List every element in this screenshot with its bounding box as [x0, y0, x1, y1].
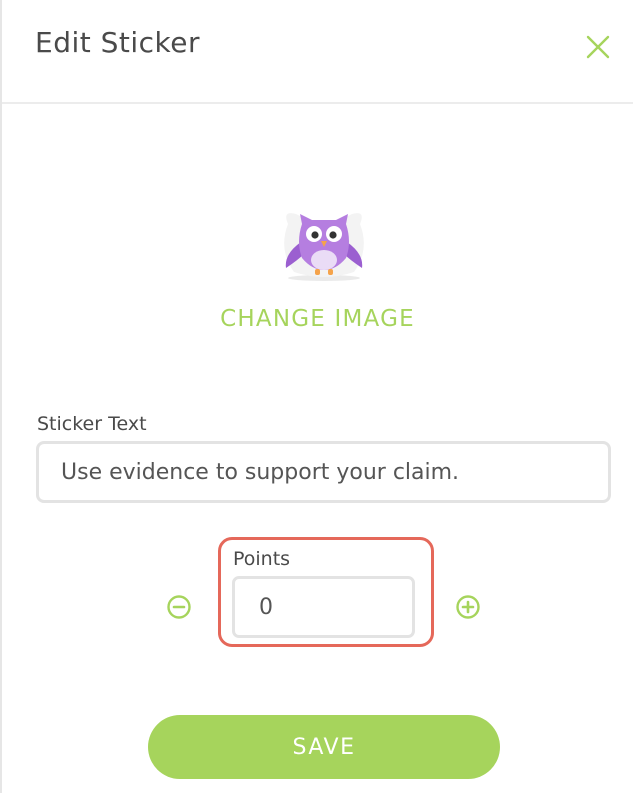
change-image-button[interactable]: CHANGE IMAGE — [2, 306, 633, 332]
close-icon[interactable] — [584, 33, 612, 61]
points-input[interactable] — [232, 576, 415, 638]
dialog-title: Edit Sticker — [35, 26, 201, 59]
minus-circle-icon[interactable] — [166, 594, 192, 620]
save-button[interactable]: SAVE — [148, 715, 500, 779]
sticker-text-input[interactable] — [36, 441, 611, 503]
owl-sticker-image — [284, 213, 364, 281]
plus-circle-icon[interactable] — [455, 594, 481, 620]
points-label: Points — [233, 548, 291, 570]
edit-sticker-panel: Edit Sticker CHANGE IMAGE Sticker Text P… — [0, 0, 633, 793]
sticker-text-label: Sticker Text — [37, 413, 147, 435]
dialog-header: Edit Sticker — [2, 0, 633, 104]
